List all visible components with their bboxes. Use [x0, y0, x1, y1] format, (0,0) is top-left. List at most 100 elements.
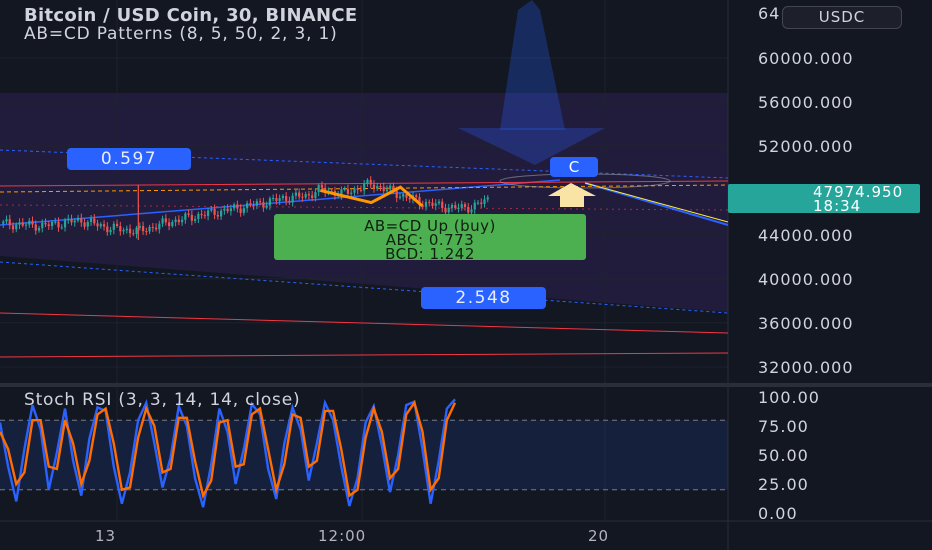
candle-body [54, 221, 57, 223]
candle-body [262, 202, 265, 208]
candle-body [366, 179, 369, 184]
price-axis-label: 52000.000 [758, 137, 854, 156]
candle-body [359, 189, 363, 191]
candle-body [441, 201, 444, 209]
candle-body [112, 223, 115, 230]
candle-body [41, 222, 44, 228]
candle-body [389, 185, 392, 190]
candle-body [109, 229, 112, 233]
candle-body [457, 207, 460, 209]
pane-separator [0, 383, 932, 387]
candle-body [307, 194, 311, 196]
candle-body [242, 208, 245, 213]
candle-body [398, 196, 402, 198]
candle-body [320, 185, 324, 188]
stoch-axis-label: 0.00 [758, 504, 798, 523]
candle-body [311, 195, 314, 198]
candle-body [154, 227, 158, 230]
candle-body [476, 202, 480, 204]
candle-body [288, 200, 291, 203]
stoch-axis-label: 50.00 [758, 446, 809, 465]
last-price-tag: 47974.950 18:34 [728, 184, 920, 214]
candle-body [194, 219, 197, 221]
candle-body [70, 218, 73, 223]
candle-body [96, 223, 99, 227]
price-axis-label: 40000.000 [758, 270, 854, 289]
candle-body [86, 221, 89, 227]
candle-body [220, 210, 223, 217]
candle-body [343, 188, 346, 190]
candle-body [447, 207, 450, 213]
candle-body [317, 185, 320, 193]
pattern-label[interactable]: AB=CD Up (buy) ABC: 0.773 BCD: 1.242 [274, 214, 586, 262]
time-axis-label: 20 [588, 527, 610, 545]
stoch-rsi-title[interactable]: Stoch RSI (3, 3, 14, 14, close) [24, 390, 300, 410]
candle-body [265, 205, 268, 208]
candle-body [5, 219, 8, 222]
time-axis-label: 12:00 [318, 527, 367, 545]
candle-body [197, 214, 200, 220]
candle-body [67, 218, 70, 221]
candle-body [255, 201, 258, 206]
candle-body [83, 222, 86, 227]
candle-body [47, 224, 50, 226]
candle-body [467, 206, 470, 213]
candle-body [369, 179, 372, 185]
candle-body [89, 218, 93, 222]
candle-body [21, 222, 24, 226]
candle-body [246, 203, 249, 209]
candle-body [125, 228, 128, 231]
candle-body [31, 220, 34, 225]
candle-body [122, 230, 125, 232]
chart-title[interactable]: Bitcoin / USD Coin, 30, BINANCE [24, 5, 358, 26]
currency-badge[interactable]: USDC [782, 6, 902, 29]
price-axis-label: 36000.000 [758, 314, 854, 333]
candle-body [161, 218, 164, 224]
fib-label-upper[interactable]: 0.597 [67, 148, 191, 170]
candle-body [402, 194, 405, 197]
price-axis-label: 60000.000 [758, 49, 854, 68]
candle-body [275, 198, 278, 201]
candle-body [99, 224, 102, 227]
candle-body [281, 196, 285, 199]
candle-body [298, 192, 301, 197]
price-axis-label-top: 64 [758, 4, 781, 23]
candle-body [187, 213, 190, 215]
candle-body [454, 204, 457, 209]
candle-body [252, 205, 255, 207]
candle-body [294, 192, 298, 196]
point-c-label[interactable]: C [550, 157, 598, 177]
candle-body [236, 204, 239, 209]
candle-body [141, 226, 145, 232]
candle-body [37, 227, 41, 231]
price-axis-label: 44000.000 [758, 226, 854, 245]
chart-stage: Bitcoin / USD Coin, 30, BINANCE AB=CD Pa… [0, 0, 932, 550]
candle-body [285, 196, 288, 201]
candle-body [314, 192, 317, 198]
candle-body [174, 219, 177, 223]
candle-body [151, 226, 154, 228]
candle-body [483, 199, 486, 204]
candle-body [138, 226, 141, 228]
candle-body [115, 223, 119, 227]
candle-body [73, 220, 76, 223]
candle-body [102, 224, 106, 227]
candle-body [268, 198, 271, 206]
candle-body [63, 220, 67, 228]
candle-body [2, 221, 5, 224]
candle-body [190, 214, 193, 221]
candle-body [60, 227, 63, 229]
candle-body [444, 208, 447, 213]
candle-body [259, 201, 262, 203]
candle-body [434, 203, 437, 206]
candle-body [346, 188, 350, 194]
candle-body [353, 188, 356, 193]
candle-body [233, 204, 236, 209]
price-axis-label: 32000.000 [758, 358, 854, 377]
fib-label-lower[interactable]: 2.548 [421, 287, 546, 309]
candle-body [356, 188, 359, 190]
candle-body [372, 184, 376, 189]
candle-body [158, 223, 161, 230]
candle-body [272, 198, 275, 200]
indicator-title[interactable]: AB=CD Patterns (8, 5, 50, 2, 3, 1) [24, 24, 338, 44]
